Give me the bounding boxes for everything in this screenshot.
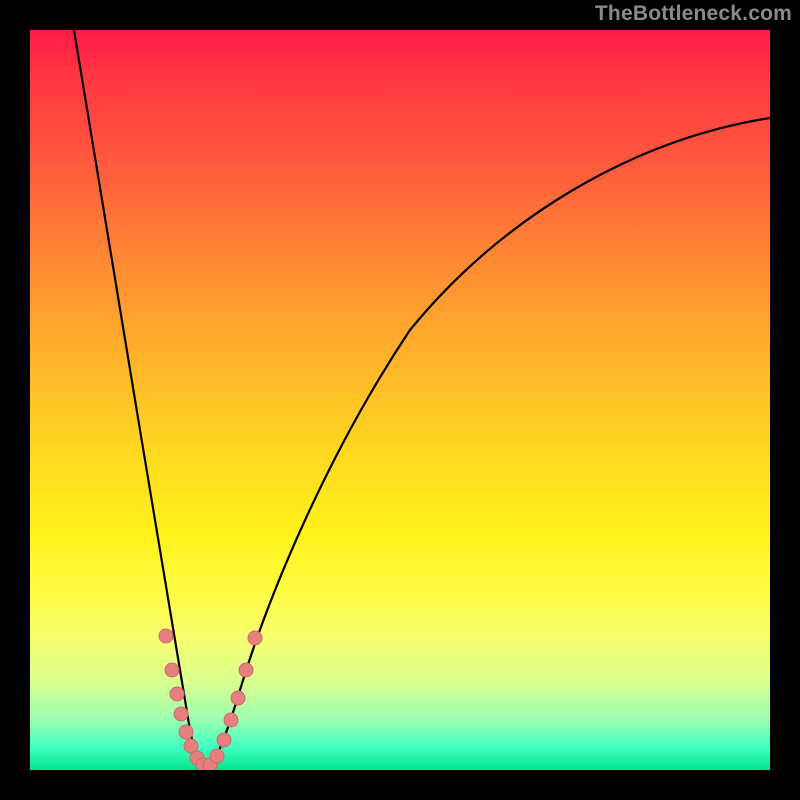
marker-point — [170, 687, 184, 701]
marker-point — [174, 707, 188, 721]
chart-frame: TheBottleneck.com — [0, 0, 800, 800]
marker-point — [217, 733, 231, 747]
curve-right-branch — [205, 118, 770, 769]
marker-group — [159, 629, 262, 770]
marker-point — [179, 725, 193, 739]
marker-point — [210, 749, 224, 763]
marker-point — [159, 629, 173, 643]
watermark-text: TheBottleneck.com — [595, 2, 792, 26]
marker-point — [248, 631, 262, 645]
chart-svg — [30, 30, 770, 770]
curve-left-branch — [74, 30, 205, 769]
chart-plot-area — [30, 30, 770, 770]
marker-point — [224, 713, 238, 727]
marker-point — [231, 691, 245, 705]
marker-point — [239, 663, 253, 677]
marker-point — [165, 663, 179, 677]
